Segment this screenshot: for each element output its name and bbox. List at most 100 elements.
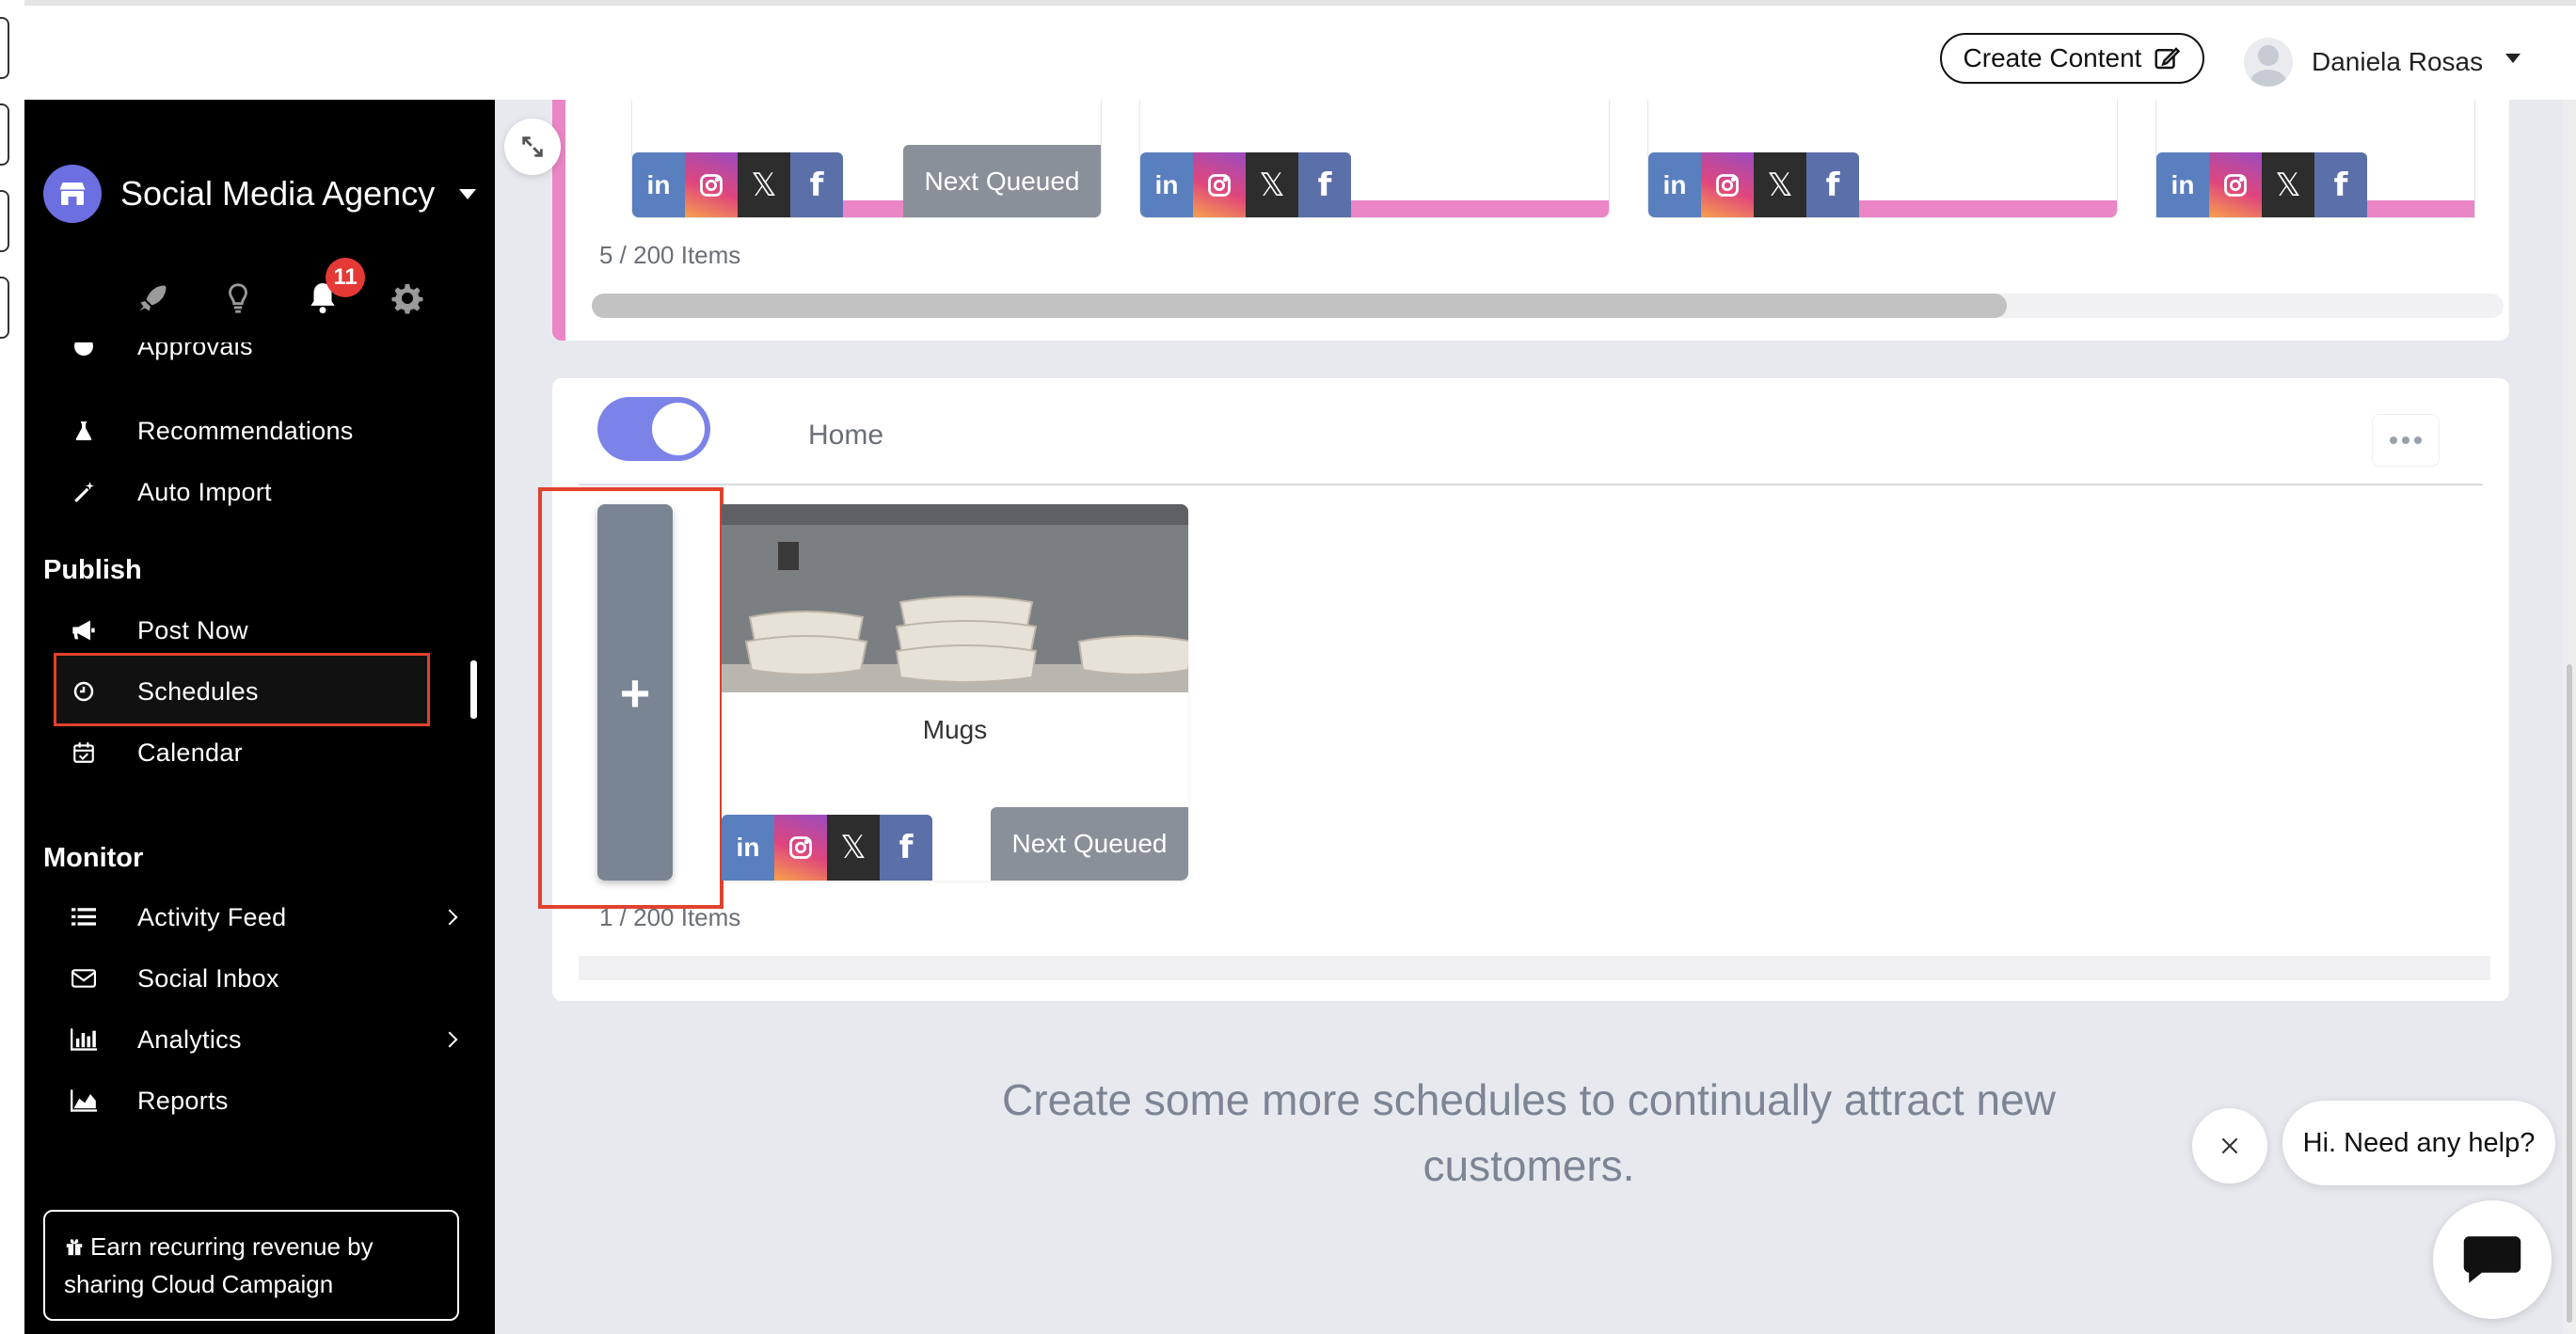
x-twitter-icon: 𝕏 bbox=[1246, 152, 1298, 217]
next-queued-badge: Next Queued bbox=[903, 145, 1101, 217]
edit-icon bbox=[2155, 47, 2181, 70]
bell-icon[interactable]: 11 bbox=[280, 258, 365, 322]
schedule-panel-top: in 𝕏 f Next Queued in 𝕏 f in 𝕏 f in 𝕏 f … bbox=[552, 100, 2509, 341]
area-chart-icon bbox=[70, 1087, 98, 1115]
empty-state-message: Create some more schedules to continuall… bbox=[1002, 1075, 2056, 1190]
schedule-enabled-toggle[interactable] bbox=[597, 397, 710, 461]
instagram-icon bbox=[685, 152, 738, 217]
facebook-icon: f bbox=[2314, 152, 2367, 217]
sidebar-item-post-now[interactable]: Post Now bbox=[24, 604, 495, 657]
clock-icon bbox=[70, 677, 98, 706]
chevron-down-icon bbox=[2505, 54, 2521, 63]
chat-greeting-bubble[interactable]: Hi. Need any help? bbox=[2282, 1101, 2555, 1185]
schedule-name: Home bbox=[808, 420, 884, 451]
ellipsis-dot bbox=[2402, 437, 2409, 444]
sidebar-item-social-inbox[interactable]: Social Inbox bbox=[24, 952, 495, 1005]
expand-sidebar-button[interactable] bbox=[504, 119, 561, 175]
sidebar-item-recommendations[interactable]: Recommendations bbox=[24, 405, 495, 457]
horizontal-scrollbar[interactable] bbox=[579, 956, 2490, 980]
x-twitter-icon: 𝕏 bbox=[827, 815, 880, 881]
x-twitter-icon: 𝕏 bbox=[1754, 152, 1806, 217]
sidebar-item-schedules[interactable]: Schedules bbox=[24, 665, 495, 718]
queued-post-card[interactable]: in 𝕏 f bbox=[2155, 100, 2475, 218]
instagram-icon bbox=[2209, 152, 2262, 217]
lightbulb-icon[interactable] bbox=[196, 275, 280, 322]
mugs-photo bbox=[722, 504, 1188, 692]
browser-tab-active[interactable] bbox=[0, 277, 9, 339]
chevron-down-icon bbox=[459, 188, 477, 199]
linkedin-icon: in bbox=[1648, 152, 1701, 217]
page-scrollbar[interactable] bbox=[2563, 100, 2576, 1334]
envelope-icon bbox=[70, 964, 98, 993]
more-options-button[interactable] bbox=[2372, 414, 2440, 467]
chat-launcher-button[interactable] bbox=[2433, 1200, 2552, 1319]
sidebar-item-label: Schedules bbox=[137, 676, 259, 706]
post-image bbox=[722, 504, 1188, 692]
toggle-knob bbox=[652, 403, 705, 455]
sidebar-item-label: Calendar bbox=[137, 738, 243, 767]
create-content-label: Create Content bbox=[1963, 43, 2142, 72]
chevron-right-icon bbox=[441, 909, 458, 926]
linkedin-icon: in bbox=[1140, 152, 1193, 217]
section-title-publish: Publish bbox=[43, 555, 142, 585]
scrollbar-thumb[interactable] bbox=[592, 294, 2007, 318]
ellipsis-dot bbox=[2414, 437, 2422, 444]
queued-post-card[interactable]: in 𝕏 f bbox=[1647, 100, 2118, 218]
quick-actions-overlay: 11 bbox=[111, 258, 450, 322]
section-title-monitor: Monitor bbox=[43, 843, 144, 873]
instagram-icon bbox=[1701, 152, 1754, 217]
sidebar-item-calendar[interactable]: Calendar bbox=[24, 726, 495, 779]
gear-icon[interactable] bbox=[365, 275, 450, 322]
sidebar-item-reports[interactable]: Reports bbox=[24, 1074, 495, 1127]
items-count: 5 / 200 Items bbox=[599, 241, 741, 269]
social-icons: in 𝕏 f bbox=[1140, 152, 1351, 217]
browser-tab[interactable] bbox=[0, 190, 9, 252]
agency-switcher[interactable]: Social Media Agency bbox=[43, 164, 477, 224]
horizontal-scrollbar[interactable] bbox=[592, 294, 2504, 318]
social-icons: in 𝕏 f bbox=[2156, 152, 2367, 217]
facebook-icon: f bbox=[790, 152, 843, 217]
browser-tab[interactable] bbox=[0, 17, 9, 79]
queued-post-card[interactable]: in 𝕏 f Next Queued bbox=[631, 100, 1102, 218]
sidebar-item-label: Post Now bbox=[137, 615, 248, 644]
instagram-icon bbox=[774, 815, 827, 881]
divider bbox=[579, 484, 2483, 485]
page-scrollbar-thumb[interactable] bbox=[2567, 664, 2572, 1323]
sidebar-item-activity-feed[interactable]: Activity Feed bbox=[24, 891, 495, 944]
facebook-icon: f bbox=[1298, 152, 1351, 217]
browser-tab[interactable] bbox=[0, 103, 9, 166]
facebook-icon: f bbox=[1806, 152, 1859, 217]
linkedin-icon: in bbox=[722, 815, 774, 881]
post-card-mugs[interactable]: Mugs in 𝕏 f Next Queued bbox=[722, 504, 1188, 881]
avatar bbox=[2244, 38, 2293, 87]
chat-close-button[interactable] bbox=[2192, 1108, 2267, 1183]
social-icons: in 𝕏 f bbox=[1648, 152, 1859, 217]
sidebar-item-auto-import[interactable]: Auto Import bbox=[24, 466, 495, 518]
flask-icon bbox=[70, 417, 98, 445]
sidebar: Social Media Agency 11 Approvals bbox=[24, 100, 495, 1334]
user-name: Daniela Rosas bbox=[2312, 47, 2484, 76]
user-menu[interactable]: Daniela Rosas bbox=[2244, 34, 2521, 90]
sidebar-item-label: Reports bbox=[137, 1086, 229, 1115]
agency-name: Social Media Agency bbox=[120, 174, 436, 213]
notification-badge: 11 bbox=[326, 258, 365, 297]
ellipsis-icon bbox=[2390, 437, 2397, 444]
linkedin-icon: in bbox=[632, 152, 685, 217]
sidebar-item-label: Recommendations bbox=[137, 416, 354, 445]
sidebar-item-label: Auto Import bbox=[137, 477, 272, 506]
sidebar-item-analytics[interactable]: Analytics bbox=[24, 1013, 495, 1066]
bar-chart-icon bbox=[70, 1025, 98, 1054]
chat-icon bbox=[2463, 1236, 2521, 1283]
gift-icon bbox=[64, 1231, 85, 1266]
referral-text: Earn recurring revenue by sharing Cloud … bbox=[64, 1232, 374, 1298]
rocket-icon[interactable] bbox=[111, 275, 196, 322]
items-count: 1 / 200 Items bbox=[599, 903, 741, 931]
queued-post-card[interactable]: in 𝕏 f bbox=[1139, 100, 1610, 218]
close-icon bbox=[2221, 1137, 2238, 1154]
referral-banner[interactable]: Earn recurring revenue by sharing Cloud … bbox=[43, 1210, 459, 1321]
create-content-button[interactable]: Create Content bbox=[1940, 33, 2204, 84]
top-header: Create Content Daniela Rosas bbox=[0, 0, 2576, 100]
social-icons: in 𝕏 f bbox=[722, 815, 932, 881]
list-icon bbox=[70, 903, 98, 931]
megaphone-icon bbox=[70, 616, 98, 644]
